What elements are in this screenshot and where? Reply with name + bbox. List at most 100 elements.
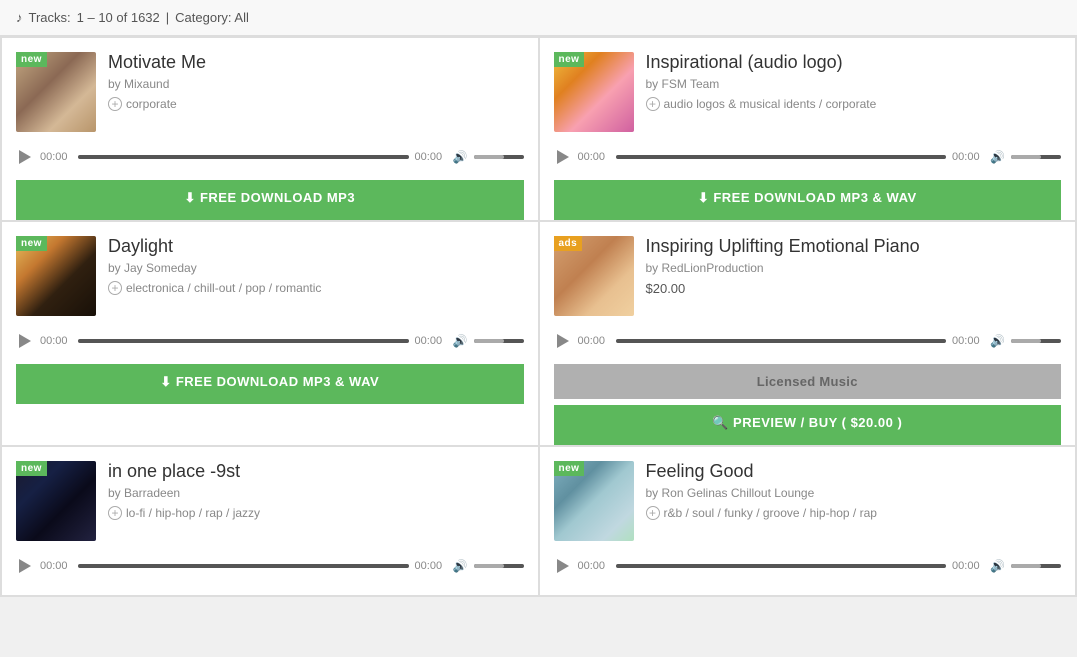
track-author: by Jay Someday [108,261,524,275]
time-end: 00:00 [415,151,447,163]
volume-icon[interactable]: 🔊 [453,559,468,573]
progress-track[interactable] [616,339,947,343]
volume-icon[interactable]: 🔊 [990,150,1005,164]
volume-slider[interactable] [1011,339,1061,343]
track-badge: new [16,461,47,476]
player-bar: 00:00 00:00 🔊 [554,326,1062,356]
tags-text: corporate [126,97,177,111]
volume-icon[interactable]: 🔊 [990,334,1005,348]
track-header: new in one place -9st by Barradeen + lo-… [16,461,524,541]
track-title: Feeling Good [646,461,1062,483]
download-button[interactable]: ⬇ FREE DOWNLOAD MP3 & WAV [554,180,1062,220]
play-button[interactable] [554,332,572,350]
track-header: ads Inspiring Uplifting Emotional Piano … [554,236,1062,316]
plus-icon: + [108,97,122,111]
time-end: 00:00 [952,560,984,572]
player-bar: 00:00 00:00 🔊 [554,142,1062,172]
volume-icon[interactable]: 🔊 [453,334,468,348]
player-bar: 00:00 00:00 🔊 [16,326,524,356]
music-note-icon: ♪ [16,10,23,25]
track-tags: + electronica / chill-out / pop / romant… [108,281,524,295]
track-card-motivate-me: new Motivate Me by Mixaund + corporate 0… [2,38,538,220]
preview-buy-button[interactable]: 🔍 PREVIEW / BUY ( $20.00 ) [554,405,1062,445]
thumb-wrap: ads [554,236,634,316]
time-start: 00:00 [40,560,72,572]
track-badge: new [554,461,585,476]
plus-icon: + [646,506,660,520]
thumb-wrap: new [16,461,96,541]
play-button[interactable] [554,148,572,166]
track-tags: + corporate [108,97,524,111]
track-author: by FSM Team [646,77,1062,91]
track-header: new Motivate Me by Mixaund + corporate [16,52,524,132]
tracks-range: 1 – 10 of 1632 [77,10,160,25]
time-end: 00:00 [952,335,984,347]
progress-track[interactable] [616,155,947,159]
thumb-wrap: new [554,461,634,541]
track-badge: new [16,52,47,67]
top-bar: ♪ Tracks: 1 – 10 of 1632 | Category: All [0,0,1077,36]
player-bar: 00:00 00:00 🔊 [554,551,1062,581]
separator: | [166,10,169,25]
progress-track[interactable] [78,339,409,343]
play-button[interactable] [16,332,34,350]
track-card-inspiring-uplifting: ads Inspiring Uplifting Emotional Piano … [540,222,1076,445]
track-info: Motivate Me by Mixaund + corporate [108,52,524,111]
track-badge: new [16,236,47,251]
track-info: Daylight by Jay Someday + electronica / … [108,236,524,295]
track-title: Inspirational (audio logo) [646,52,1062,74]
volume-slider[interactable] [474,155,524,159]
licensed-button[interactable]: Licensed Music [554,364,1062,399]
time-start: 00:00 [40,151,72,163]
track-author: by Mixaund [108,77,524,91]
track-card-daylight: new Daylight by Jay Someday + electronic… [2,222,538,445]
category-label: Category: All [175,10,249,25]
plus-icon: + [108,281,122,295]
volume-slider[interactable] [1011,564,1061,568]
track-tags: + r&b / soul / funky / groove / hip-hop … [646,506,1062,520]
play-button[interactable] [16,557,34,575]
player-bar: 00:00 00:00 🔊 [16,551,524,581]
time-end: 00:00 [952,151,984,163]
track-price: $20.00 [646,281,1062,296]
progress-track[interactable] [78,155,409,159]
track-title: Inspiring Uplifting Emotional Piano [646,236,1062,258]
play-button[interactable] [554,557,572,575]
track-tags: + audio logos & musical idents / corpora… [646,97,1062,111]
tags-text: lo-fi / hip-hop / rap / jazzy [126,506,260,520]
progress-track[interactable] [78,564,409,568]
track-header: new Feeling Good by Ron Gelinas Chillout… [554,461,1062,541]
play-button[interactable] [16,148,34,166]
time-start: 00:00 [578,560,610,572]
track-title: in one place -9st [108,461,524,483]
time-start: 00:00 [578,335,610,347]
track-info: Feeling Good by Ron Gelinas Chillout Lou… [646,461,1062,520]
time-end: 00:00 [415,335,447,347]
track-info: in one place -9st by Barradeen + lo-fi /… [108,461,524,520]
track-title: Daylight [108,236,524,258]
tags-text: electronica / chill-out / pop / romantic [126,281,321,295]
track-author: by RedLionProduction [646,261,1062,275]
volume-icon[interactable]: 🔊 [453,150,468,164]
track-author: by Ron Gelinas Chillout Lounge [646,486,1062,500]
download-button[interactable]: ⬇ FREE DOWNLOAD MP3 & WAV [16,364,524,404]
tags-text: audio logos & musical idents / corporate [664,97,877,111]
thumb-wrap: new [16,52,96,132]
player-bar: 00:00 00:00 🔊 [16,142,524,172]
time-end: 00:00 [415,560,447,572]
thumb-wrap: new [554,52,634,132]
volume-slider[interactable] [1011,155,1061,159]
track-badge: new [554,52,585,67]
tracks-grid: new Motivate Me by Mixaund + corporate 0… [0,36,1077,597]
volume-slider[interactable] [474,339,524,343]
download-button[interactable]: ⬇ FREE DOWNLOAD MP3 [16,180,524,220]
volume-icon[interactable]: 🔊 [990,559,1005,573]
volume-slider[interactable] [474,564,524,568]
plus-icon: + [108,506,122,520]
track-card-in-one-place: new in one place -9st by Barradeen + lo-… [2,447,538,595]
track-title: Motivate Me [108,52,524,74]
progress-track[interactable] [616,564,947,568]
thumb-wrap: new [16,236,96,316]
track-header: new Daylight by Jay Someday + electronic… [16,236,524,316]
track-tags: + lo-fi / hip-hop / rap / jazzy [108,506,524,520]
